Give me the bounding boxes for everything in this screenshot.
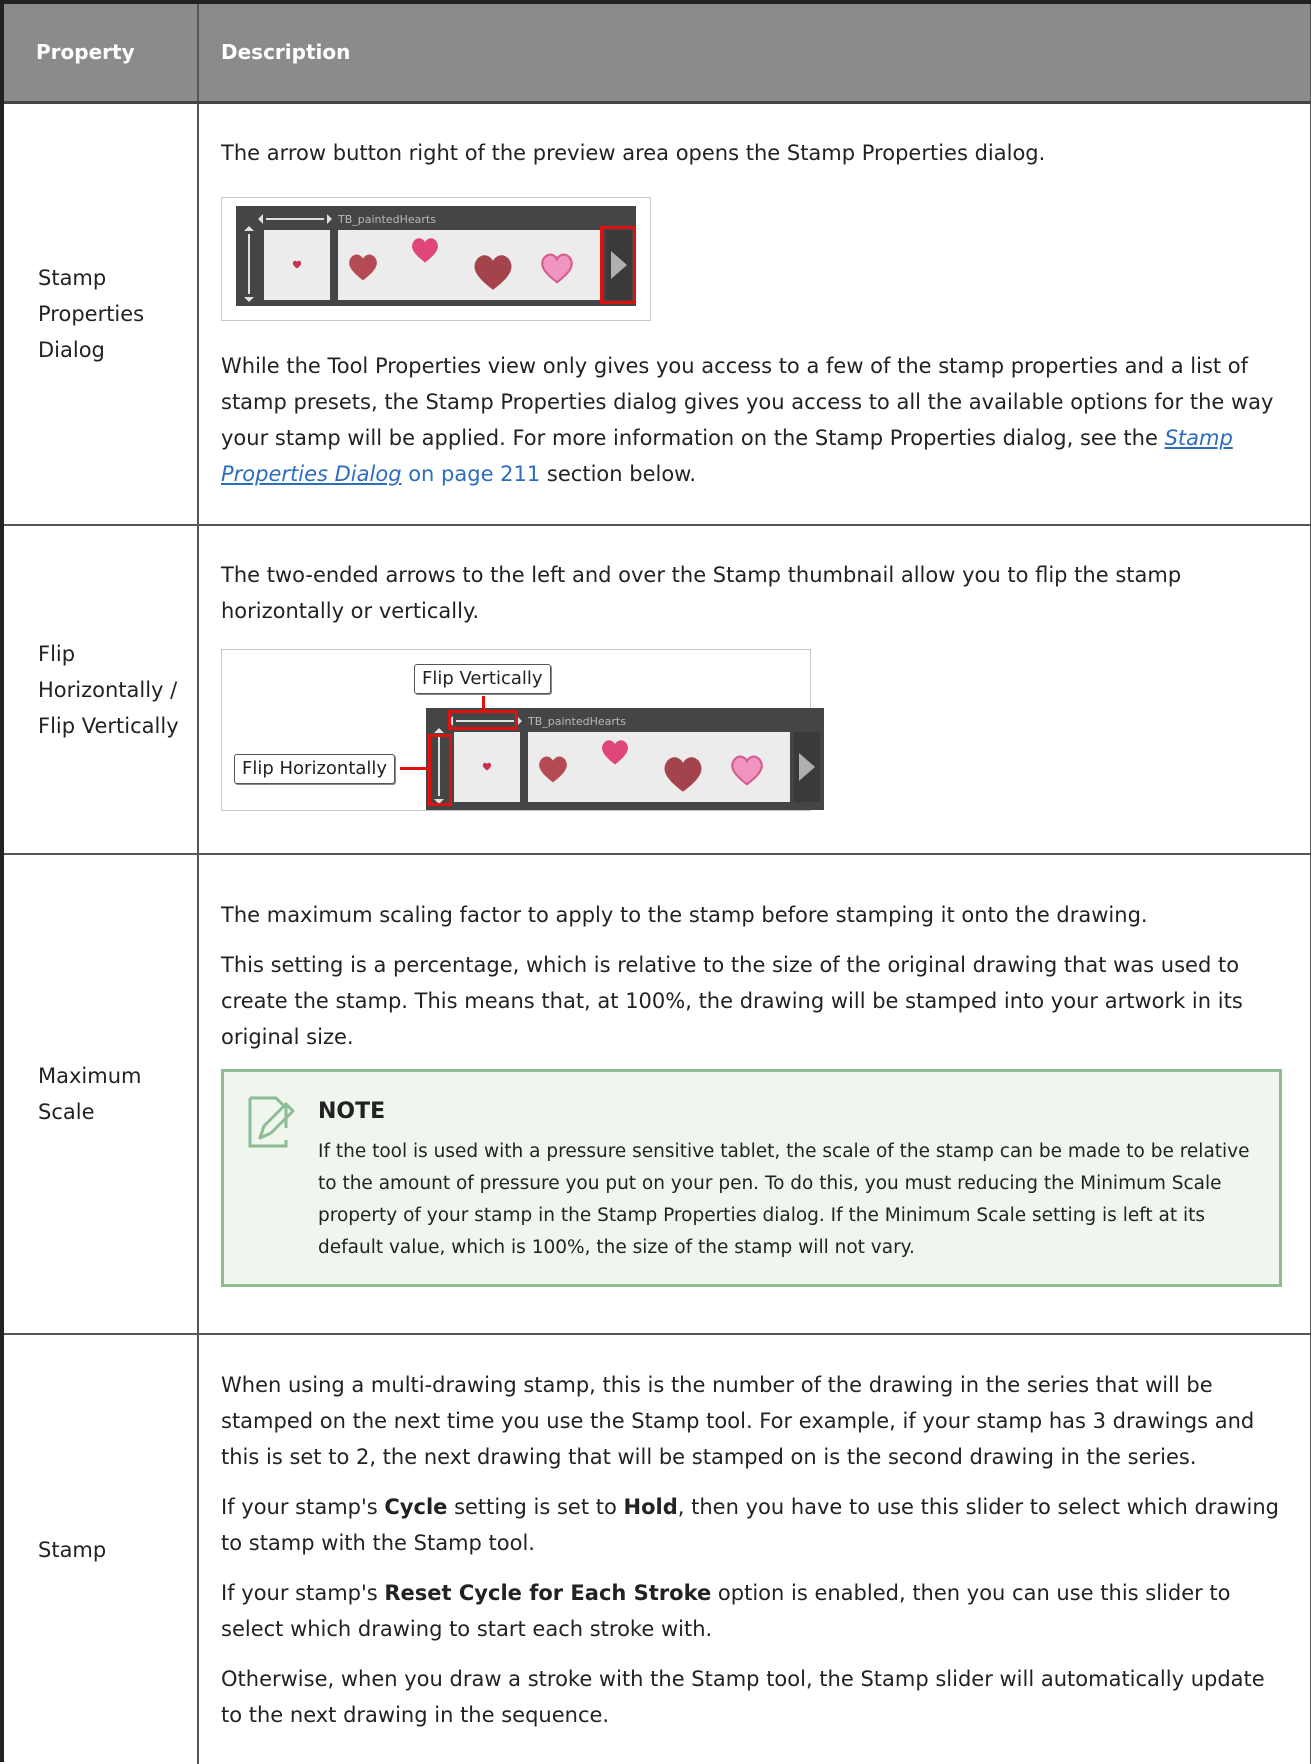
bold-term: Reset Cycle for Each Stroke [384,1580,712,1605]
text-span: If your stamp's [221,1494,385,1519]
stamp-thumbnail [264,230,330,301]
paragraph: If your stamp's Reset Cycle for Each Str… [221,1575,1282,1647]
description-cell: The arrow button right of the preview ar… [198,101,1311,525]
description-cell: The two-ended arrows to the left and ove… [198,524,1311,854]
header-description: Description [198,4,1311,104]
heart-icon [412,238,438,263]
paragraph: This setting is a percentage, which is r… [221,953,1243,1049]
highlight-box [428,734,452,806]
note-body: If the tool is used with a pressure sens… [318,1141,1250,1258]
paragraph: The maximum scaling factor to apply to t… [221,903,1148,927]
note-title: NOTE [318,1099,386,1124]
stamp-drawings-strip [338,230,600,301]
property-cell: Stamp [4,1333,199,1764]
property-cell: Maximum Scale [4,853,199,1334]
description-cell: The maximum scaling factor to apply to t… [198,853,1311,1334]
stamp-drawings-strip [528,732,790,802]
flip-horizontally-callout: Flip Horizontally [234,754,396,784]
heart-icon [482,762,492,771]
paragraph: If your stamp's Cycle setting is set to … [221,1489,1282,1561]
callout-connector [400,767,430,770]
stamp-name-label: TB_paintedHearts [528,714,626,728]
table-row: Stamp When using a multi-drawing stamp, … [4,1333,1311,1764]
heart-icon [474,255,512,291]
paragraph: The two-ended arrows to the left and ove… [221,563,1182,623]
stamp-thumbnail [454,732,520,802]
paragraph: Otherwise, when you draw a stroke with t… [221,1666,1265,1727]
arrow-right-icon [799,753,815,781]
highlight-box [448,710,518,730]
text-span: section below. [540,462,697,487]
text-span: setting is set to [447,1494,624,1519]
bold-term: Cycle [384,1494,448,1519]
table-row: Flip Horizontally / Flip Vertically The … [4,524,1311,854]
table-row: Stamp Properties Dialog The arrow button… [4,101,1311,525]
heart-icon [664,757,702,792]
stamp-preview-widget: TB_paintedHearts [236,206,636,307]
callout-connector [482,696,485,710]
heart-icon [731,755,763,786]
text-span: While the Tool Properties view only give… [221,354,1274,451]
heart-icon [539,756,567,783]
note-pencil-icon [248,1096,295,1148]
heart-icon [602,740,628,765]
note-box: NOTE If the tool is used with a pressure… [221,1069,1282,1287]
stamp-preview-widget: TB_paintedHearts [426,708,824,810]
bold-term: Hold [623,1494,678,1519]
header-property: Property [4,4,199,104]
table-row: Maximum Scale The maximum scaling factor… [4,853,1311,1334]
page-ref-link[interactable]: on page 211 [402,462,540,486]
text-span: If your stamp's [221,1580,385,1605]
heart-icon [541,253,573,284]
paragraph: The arrow button right of the preview ar… [221,141,1046,166]
property-table: Property Description Stamp Properties Di… [0,0,1311,1764]
flip-preview-image: TB_paintedHearts Flip Vertically Flip Ho… [221,649,824,811]
flip-vertical-arrow-icon[interactable] [258,214,332,225]
property-cell: Flip Horizontally / Flip Vertically [4,524,199,854]
highlight-box [600,226,636,305]
description-cell: When using a multi-drawing stamp, this i… [198,1333,1311,1764]
flip-horizontal-arrow-icon[interactable] [244,226,254,303]
heart-icon [349,254,377,281]
stamp-name-label: TB_paintedHearts [338,212,436,226]
heart-icon [292,260,302,269]
table-header-row: Property Description [4,4,1311,104]
property-cell: Stamp Properties Dialog [4,101,199,525]
stamp-preview-image: TB_paintedHearts [221,197,651,322]
flip-vertically-callout: Flip Vertically [414,664,551,694]
paragraph: While the Tool Properties view only give… [221,348,1282,492]
paragraph: When using a multi-drawing stamp, this i… [221,1372,1255,1469]
next-button[interactable] [794,732,820,802]
